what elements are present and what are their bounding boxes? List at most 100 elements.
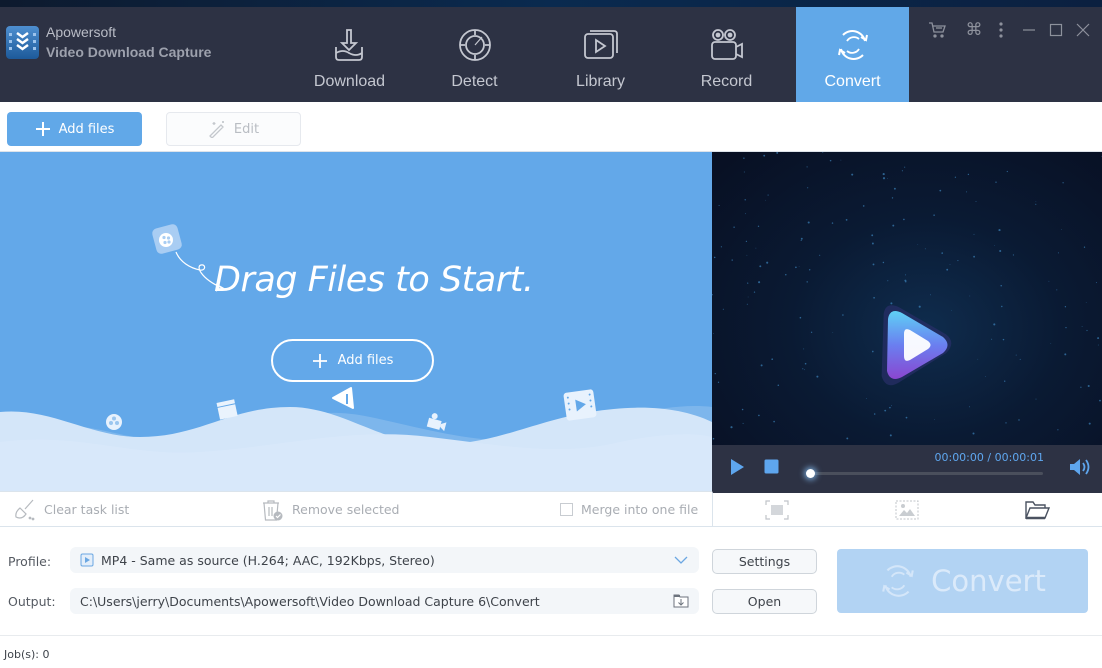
command-button[interactable]: ⌘ [965,20,983,40]
star [924,248,926,250]
clear-task-list-label: Clear task list [44,502,130,517]
nav-tab-detect[interactable]: Detect [418,7,531,102]
more-icon [999,22,1003,38]
star [939,189,942,192]
volume-button[interactable] [1069,458,1091,476]
convert-label: Convert [931,564,1046,598]
star [714,372,716,375]
dropzone-add-files-label: Add files [337,353,394,368]
close-button[interactable] [1074,21,1092,39]
stop-button[interactable] [764,459,779,474]
nav-tab-convert[interactable]: Convert [796,7,909,102]
minimize-icon [1023,29,1035,31]
settings-button[interactable]: Settings [712,549,817,574]
download-icon [334,29,363,61]
merge-checkbox[interactable] [560,503,573,516]
star [722,308,724,310]
product-name: Video Download Capture [46,44,212,60]
star [1002,338,1005,341]
nav-tab-library[interactable]: Library [544,7,657,102]
command-icon: ⌘ [965,20,983,40]
star [891,405,892,407]
star [763,154,766,157]
star [1061,229,1062,230]
star [889,434,892,437]
star [760,364,763,367]
dropzone-add-files-button[interactable]: Add files [271,339,434,382]
convert-icon [882,565,914,597]
star [954,176,957,178]
star [1057,429,1059,431]
player-controls: 00:00:00 / 00:00:01 [712,445,1102,491]
star [730,426,733,429]
folder-download-icon[interactable] [673,594,689,608]
nav-tab-label: Record [700,73,753,90]
star [994,245,996,247]
star [816,375,819,378]
star [901,170,903,172]
star [1015,354,1017,356]
edit-button[interactable]: Edit [166,112,301,146]
merge-label: Merge into one file [581,502,699,517]
star [731,259,733,261]
star [777,384,780,386]
clear-task-list-button[interactable]: Clear task list [14,492,129,527]
library-icon [583,30,618,59]
triangle-deco-icon [332,387,354,409]
nav-tab-download[interactable]: Download [293,7,406,102]
star [808,269,811,271]
open-folder-button[interactable] [1024,499,1050,521]
seek-handle[interactable] [806,469,815,478]
profile-select[interactable]: MP4 - Same as source (H.264; AAC, 192Kbp… [70,547,699,573]
nav-tab-label: Library [576,73,625,90]
broom-icon [15,499,35,520]
add-files-label: Add files [58,121,115,137]
star [882,261,885,264]
starfield [712,152,1102,440]
star [804,362,807,365]
convert-button[interactable]: Convert [837,549,1088,613]
output-path-value: C:\Users\jerry\Documents\Apowersoft\Vide… [80,593,540,609]
star [802,368,804,370]
star [733,226,735,228]
merge-into-one-file[interactable]: Merge into one file [560,492,698,527]
minimize-button[interactable] [1020,21,1038,39]
star [1035,398,1037,400]
trash-check-icon [263,499,283,521]
star [862,205,865,207]
seek-bar[interactable] [806,469,1043,478]
jobs-count: Job(s): 0 [4,648,50,661]
star [766,261,769,264]
star [889,406,891,409]
fullscreen-button[interactable] [764,499,790,521]
open-button[interactable]: Open [712,589,817,614]
drop-zone[interactable]: Drag Files to Start. Add files [0,152,712,491]
star [1006,170,1008,173]
star [799,316,802,319]
status-bar: Job(s): 0 [0,635,1102,668]
output-path-field[interactable]: C:\Users\jerry\Documents\Apowersoft\Vide… [70,588,699,614]
video-file-icon [80,553,94,567]
star [991,338,993,340]
star [999,249,1002,253]
star [807,221,810,224]
star [713,256,716,259]
star [746,254,748,256]
star [747,282,749,284]
nav-tab-label: Detect [451,73,498,90]
add-files-button[interactable]: Add files [7,112,142,146]
snapshot-button[interactable] [894,499,920,521]
star [917,243,919,245]
maximize-button[interactable] [1047,21,1065,39]
star [845,219,848,221]
nav-tab-record[interactable]: Record [670,7,783,102]
remove-selected-button[interactable]: Remove selected [260,492,399,527]
star [872,263,875,266]
star [871,234,874,237]
star [1095,282,1097,284]
cart-button[interactable] [928,21,946,39]
remove-selected-label: Remove selected [292,502,400,517]
more-menu-button[interactable] [992,21,1010,39]
play-button[interactable] [729,458,745,476]
star [993,323,996,326]
